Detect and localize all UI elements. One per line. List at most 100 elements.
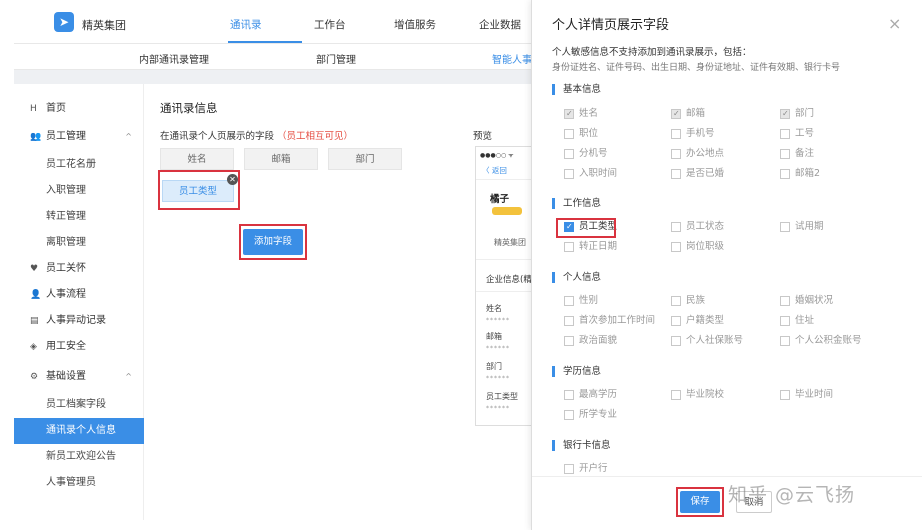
field-tag-name[interactable]: 姓名 [160, 148, 234, 170]
section-personal-info: 个人信息 [552, 272, 601, 283]
close-icon[interactable]: × [888, 14, 901, 33]
checkbox-empty-icon[interactable] [564, 169, 574, 179]
subnav-internal-contacts[interactable]: 内部通讯录管理 [139, 51, 209, 66]
checkbox-empty-icon[interactable] [671, 129, 681, 139]
checkbox-label: 备注 [795, 148, 815, 159]
nav-active-indicator [228, 41, 302, 43]
nav-enterprise-data[interactable]: 企业数据 [479, 17, 521, 32]
checkbox-empty-icon[interactable] [780, 129, 790, 139]
add-field-button[interactable]: 添加字段 [243, 229, 303, 255]
sidebar-item-hr-process[interactable]: 👤 人事流程 [14, 282, 144, 308]
sidebar-item-label: 基础设置 [46, 371, 86, 382]
phone-status-bar: ●●●○○ ᯤ [480, 152, 514, 159]
users-icon: 👥 [30, 132, 42, 142]
checkbox-empty-icon[interactable] [780, 149, 790, 159]
checkbox-empty-icon[interactable] [780, 390, 790, 400]
sidebar-item-basic-settings[interactable]: ⚙ 基础设置 ^ [14, 364, 144, 390]
checkbox-empty-icon[interactable] [564, 296, 574, 306]
checkbox-empty-icon[interactable] [564, 464, 574, 474]
sidebar-item-regularization[interactable]: 转正管理 [14, 204, 144, 230]
checkbox-empty-icon[interactable] [564, 316, 574, 326]
checkbox-empty-icon[interactable] [671, 316, 681, 326]
close-icon[interactable]: ✕ [227, 174, 238, 185]
checkbox-empty-icon[interactable] [564, 390, 574, 400]
phone-row-value: ****** [486, 345, 510, 352]
phone-row-label: 姓名 [486, 304, 502, 313]
checkbox-label: 部门 [795, 108, 815, 119]
checkbox-empty-icon[interactable] [780, 336, 790, 346]
sidebar-item-employee-care[interactable]: ♥ 员工关怀 [14, 256, 144, 282]
checkbox-empty-icon[interactable] [564, 149, 574, 159]
checkbox-empty-icon[interactable] [564, 336, 574, 346]
phone-row-value: ****** [486, 405, 510, 412]
sidebar-item-roster[interactable]: 员工花名册 [14, 152, 144, 178]
phone-section-title: 企业信息(精 [486, 275, 532, 285]
checkbox-empty-icon[interactable] [671, 169, 681, 179]
checkbox-checked-icon[interactable] [564, 108, 574, 120]
gear-icon: ⚙ [30, 372, 39, 382]
checkbox-label: 工号 [795, 128, 815, 139]
checkbox-empty-icon[interactable] [564, 129, 574, 139]
checkbox-checked-icon[interactable] [780, 108, 790, 120]
sidebar-item-profile-fields[interactable]: 员工档案字段 [14, 392, 144, 418]
checkbox-empty-icon[interactable] [671, 222, 681, 232]
document-icon: ▤ [30, 316, 39, 326]
checkbox-label: 分机号 [579, 148, 608, 159]
field-tag-employee-type[interactable]: 员工类型 [162, 180, 234, 202]
checkbox-label: 职位 [579, 128, 599, 139]
panel-footer [532, 476, 922, 530]
brand-logo-icon[interactable]: ➤ [54, 12, 74, 32]
checkbox-empty-icon[interactable] [780, 169, 790, 179]
checkbox-empty-icon[interactable] [780, 296, 790, 306]
checkbox-empty-icon[interactable] [671, 242, 681, 252]
checkbox-empty-icon[interactable] [564, 242, 574, 252]
sensitive-info-note: 个人敏感信息不支持添加到通讯录展示，包括： [552, 47, 752, 58]
sidebar-item-onboarding[interactable]: 入职管理 [14, 178, 144, 204]
phone-row-value: ****** [486, 317, 510, 324]
phone-contact-name: 橘子 [490, 194, 510, 205]
checkbox-empty-icon[interactable] [671, 296, 681, 306]
checkbox-label: 入职时间 [579, 168, 618, 179]
field-tag-email[interactable]: 邮箱 [244, 148, 318, 170]
sidebar-item-contact-personal-info[interactable]: 通讯录个人信息 [14, 418, 144, 444]
sidebar-item-label: 员工管理 [46, 131, 86, 142]
checkbox-empty-icon[interactable] [671, 336, 681, 346]
field-tag-department[interactable]: 部门 [328, 148, 402, 170]
checkbox-checked-icon[interactable] [671, 108, 681, 120]
sidebar-item-labor-safety[interactable]: ◈ 用工安全 [14, 334, 144, 360]
checkbox-label: 住址 [795, 315, 815, 326]
sidebar-item-welcome-notice[interactable]: 新员工欢迎公告 [14, 444, 144, 470]
nav-contacts[interactable]: 通讯录 [230, 17, 262, 32]
phone-row-value: ****** [486, 375, 510, 382]
checkbox-label: 试用期 [795, 221, 824, 232]
sidebar-item-label: 员工花名册 [46, 159, 96, 170]
sidebar-item-hr-admin[interactable]: 人事管理员 [14, 470, 144, 496]
chevron-up-icon: ^ [125, 372, 132, 381]
checkbox-empty-icon[interactable] [671, 390, 681, 400]
top-bar: ➤ 精英集团 通讯录 工作台 增值服务 企业数据 [14, 6, 544, 44]
checkbox-empty-icon[interactable] [780, 316, 790, 326]
checkbox-label: 岗位职级 [686, 241, 725, 252]
subnav-department[interactable]: 部门管理 [316, 51, 356, 66]
sidebar-item-label: 首页 [46, 103, 66, 114]
sidebar-item-label: 通讯录个人信息 [46, 425, 116, 436]
checkbox-empty-icon[interactable] [671, 149, 681, 159]
nav-value-added[interactable]: 增值服务 [394, 17, 436, 32]
checkbox-label: 毕业时间 [795, 389, 834, 400]
checkbox-label: 个人社保账号 [686, 335, 744, 346]
nav-workbench[interactable]: 工作台 [314, 17, 346, 32]
watermark: 知乎 @云飞扬 [728, 484, 856, 506]
sidebar-item-home[interactable]: H 首页 [14, 96, 144, 122]
sidebar-item-label: 入职管理 [46, 185, 86, 196]
hint-text: 在通讯录个人页展示的字段 [160, 131, 275, 142]
sidebar-item-offboarding[interactable]: 离职管理 [14, 230, 144, 256]
sidebar-item-employee-mgmt[interactable]: 👥 员工管理 ^ [14, 124, 144, 150]
phone-row-label: 部门 [486, 362, 502, 371]
sensitive-info-list: 身份证姓名、证件号码、出生日期、身份证地址、证件有效期、银行卡号 [552, 63, 841, 73]
checkbox-empty-icon[interactable] [564, 410, 574, 420]
checkbox-label: 邮箱 [686, 108, 706, 119]
subnav-smart-hr[interactable]: 智能人事 [492, 51, 532, 66]
save-button[interactable]: 保存 [680, 491, 720, 513]
checkbox-empty-icon[interactable] [780, 222, 790, 232]
sidebar-item-transfer-records[interactable]: ▤ 人事异动记录 [14, 308, 144, 334]
